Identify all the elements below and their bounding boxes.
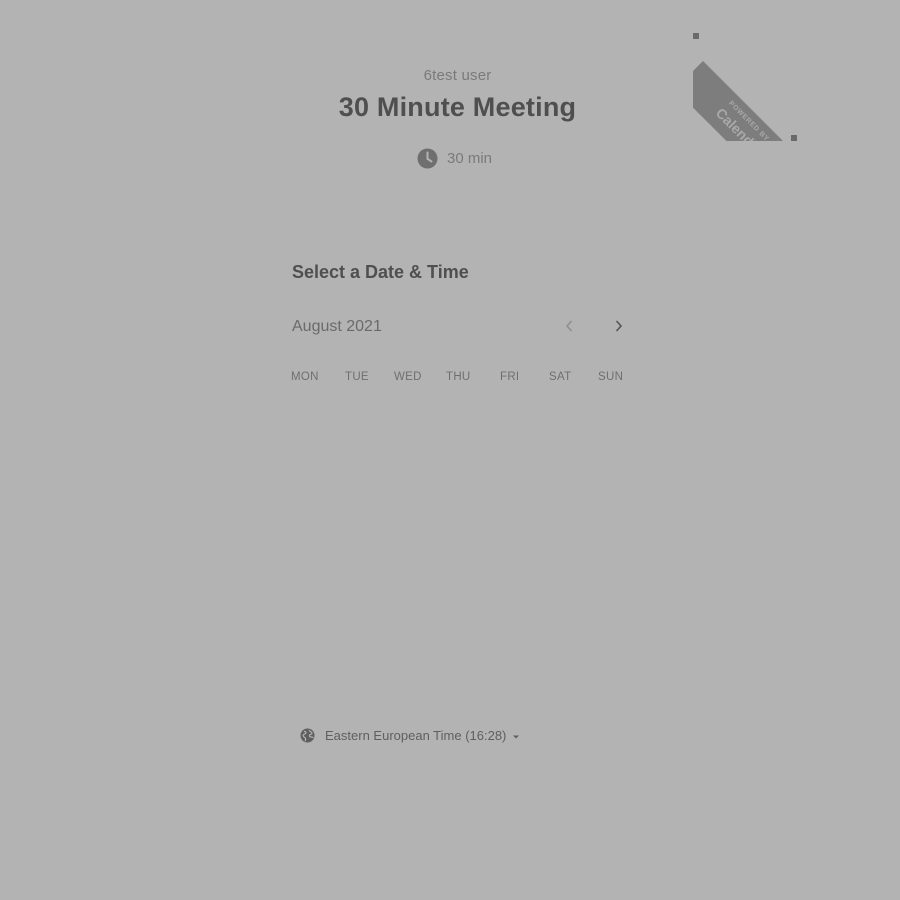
weekday-label: TUE: [345, 371, 369, 383]
clock-icon: [417, 148, 438, 169]
weekday-label: FRI: [500, 371, 520, 383]
next-month-button[interactable]: [608, 316, 630, 340]
weekday-label: SAT: [549, 371, 572, 383]
ribbon-fold: [791, 135, 797, 141]
ribbon-fold: [693, 33, 699, 39]
ribbon-band: POWERED BY Calendly: [693, 61, 797, 141]
weekday-label: MON: [291, 371, 319, 383]
chevron-right-icon: [614, 319, 624, 338]
timezone-selector[interactable]: Eastern European Time (16:28): [300, 728, 520, 743]
weekday-header: MON TUE WED THU FRI SAT SUN: [291, 371, 631, 387]
previous-month-button[interactable]: [558, 316, 580, 340]
weekday-label: SUN: [598, 371, 624, 383]
powered-by-badge[interactable]: POWERED BY Calendly: [693, 33, 797, 141]
duration-label: 30 min: [447, 150, 493, 167]
section-title: Select a Date & Time: [292, 262, 469, 282]
chevron-left-icon: [564, 319, 574, 338]
caret-down-icon: [512, 728, 520, 743]
month-label: August 2021: [292, 318, 382, 335]
globe-icon: [300, 728, 315, 743]
weekday-label: THU: [446, 371, 471, 383]
event-duration: 30 min: [417, 148, 492, 169]
timezone-label: Eastern European Time (16:28): [325, 728, 507, 743]
weekday-label: WED: [394, 371, 422, 383]
